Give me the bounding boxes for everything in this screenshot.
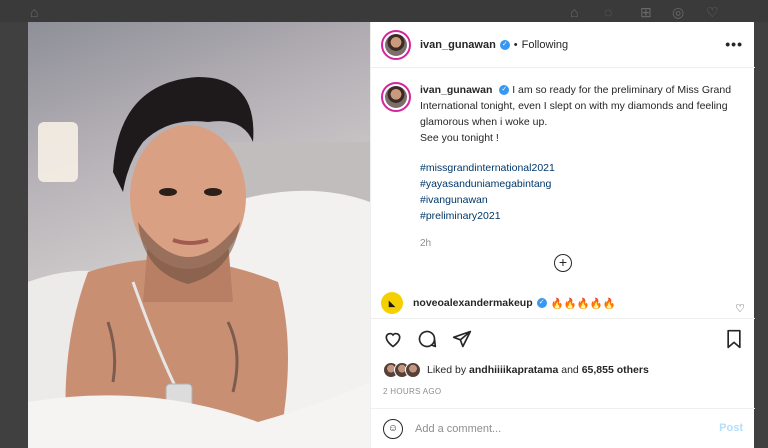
emoji-icon[interactable]: ☺: [383, 418, 403, 439]
ghost-home-icon: ⌂: [570, 4, 579, 20]
backdrop-right: [754, 22, 768, 448]
author-username[interactable]: ivan_gunawan: [420, 39, 496, 51]
backdrop-left: [0, 22, 28, 448]
liker-avatar[interactable]: [405, 362, 421, 378]
hashtag-link[interactable]: #preliminary2021: [420, 208, 740, 224]
comment-input[interactable]: [415, 422, 695, 435]
heart-icon[interactable]: [383, 329, 403, 354]
comment-text: 🔥🔥🔥🔥🔥: [550, 297, 617, 310]
comment-icon[interactable]: [417, 329, 437, 354]
ghost-new-post-icon: ⊞: [640, 4, 652, 20]
caption-avatar-image: [385, 86, 407, 108]
post-modal: ivan_gunawan ✓ • Following ••• ivan_guna…: [28, 22, 755, 448]
commenter-verified-badge-icon: ✓: [536, 298, 547, 308]
ghost-messenger-icon: ◌: [604, 4, 613, 20]
post-caption: ivan_gunawan ✓ I am so ready for the pre…: [381, 82, 745, 252]
post-header: ivan_gunawan ✓ • Following •••: [371, 22, 755, 68]
add-comment-bar: ☺ Post: [371, 408, 755, 448]
and-label: and: [561, 364, 579, 376]
caption-avatar[interactable]: [381, 82, 411, 112]
action-bar: [371, 318, 755, 358]
caption-text-line2: See you tonight !: [420, 132, 499, 144]
liked-by-user[interactable]: andhiiiikapratama: [469, 364, 558, 376]
likes-summary: Liked by andhiiiikapratama and 65,855 ot…: [383, 362, 649, 378]
others-count[interactable]: 65,855 others: [582, 364, 649, 376]
browser-top-bar: ⌂ ⌂ ◌ ⊞ ◎ ♡: [0, 0, 768, 22]
verified-badge-icon: ✓: [499, 39, 510, 50]
author-avatar[interactable]: [381, 29, 411, 60]
post-comment-button[interactable]: Post: [719, 422, 743, 434]
separator-dot: •: [513, 38, 518, 51]
caption-body: ivan_gunawan ✓ I am so ready for the pre…: [420, 82, 740, 252]
following-button[interactable]: Following: [522, 39, 568, 51]
share-icon[interactable]: [452, 329, 472, 354]
commenter-username[interactable]: noveoalexandermakeup: [413, 297, 533, 309]
post-photo: [28, 22, 370, 448]
caption-username[interactable]: ivan_gunawan: [420, 84, 492, 96]
bookmark-icon[interactable]: [725, 329, 743, 354]
author-avatar-image: [385, 33, 407, 56]
load-more-comments-icon[interactable]: +: [554, 254, 572, 272]
like-comment-heart-icon[interactable]: ♡: [735, 302, 745, 315]
ghost-explore-icon: ◎: [672, 4, 685, 20]
hashtag-link[interactable]: #yayasanduniamegabintang: [420, 176, 740, 192]
liked-by-label: Liked by: [427, 364, 467, 376]
hashtag-list: #missgrandinternational2021 #yayasanduni…: [420, 160, 740, 224]
post-details-panel: ivan_gunawan ✓ • Following ••• ivan_guna…: [370, 22, 755, 448]
more-options-icon[interactable]: •••: [725, 36, 743, 52]
commenter-avatar[interactable]: ◣: [381, 292, 403, 314]
comment-row: ◣ noveoalexandermakeup ✓ 🔥🔥🔥🔥🔥 ♡: [381, 292, 745, 315]
post-timestamp[interactable]: 2 HOURS AGO: [383, 387, 441, 396]
post-photo-illustration: [28, 77, 370, 448]
caption-verified-badge-icon: ✓: [499, 85, 510, 96]
caption-timestamp[interactable]: 2h: [420, 236, 740, 252]
hashtag-link[interactable]: #ivangunawan: [420, 192, 740, 208]
hashtag-link[interactable]: #missgrandinternational2021: [420, 160, 740, 176]
likes-text: Liked by andhiiiikapratama and 65,855 ot…: [427, 364, 649, 376]
ghost-heart-icon: ♡: [706, 4, 719, 20]
ghost-logo-icon: ⌂: [30, 4, 39, 20]
